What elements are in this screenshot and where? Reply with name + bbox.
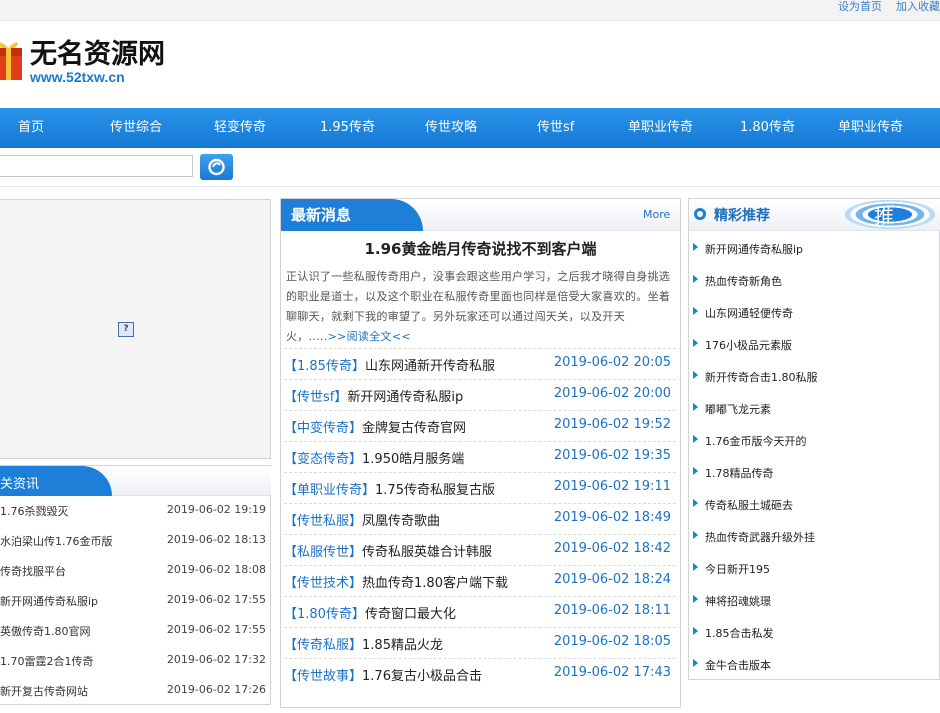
triangle-bullet-icon bbox=[693, 563, 698, 571]
nav-guide[interactable]: 传世攻略 bbox=[425, 108, 477, 148]
read-more-link[interactable]: >>阅读全文<< bbox=[328, 330, 411, 343]
triangle-bullet-icon bbox=[693, 339, 698, 347]
triangle-bullet-icon bbox=[693, 275, 698, 283]
news-row[interactable]: 【变态传奇】1.950皓月服务端 2019-06-02 19:35 bbox=[284, 441, 676, 473]
broken-image-icon: ? bbox=[118, 322, 134, 337]
triangle-bullet-icon bbox=[693, 659, 698, 667]
triangle-bullet-icon bbox=[693, 307, 698, 315]
news-row[interactable]: 【传世故事】1.76复古小极品合击 2019-06-02 17:43 bbox=[284, 658, 676, 690]
list-item[interactable]: 水泊梁山传1.76金币版 2019-06-02 18:13 bbox=[0, 533, 268, 563]
triangle-bullet-icon bbox=[693, 371, 698, 379]
news-row[interactable]: 【传世私服】凤凰传奇歌曲 2019-06-02 18:49 bbox=[284, 503, 676, 535]
list-item[interactable]: 传奇找服平台 2019-06-02 18:08 bbox=[0, 563, 268, 593]
related-news-title: 关资讯 bbox=[0, 477, 40, 492]
list-item[interactable]: 英傲传奇1.80官网 2019-06-02 17:55 bbox=[0, 623, 268, 653]
banner-area bbox=[0, 199, 271, 459]
triangle-bullet-icon bbox=[693, 499, 698, 507]
triangle-bullet-icon bbox=[693, 531, 698, 539]
list-item[interactable]: 新开复古传奇网站 2019-06-02 17:26 bbox=[0, 683, 268, 713]
nav-single-class-2[interactable]: 单职业传奇 bbox=[838, 108, 903, 148]
nav-sf[interactable]: 传世sf bbox=[537, 108, 574, 148]
search-icon bbox=[208, 158, 225, 176]
recommend-badge-text: 推 bbox=[874, 204, 894, 228]
main-nav: 首页 传世综合 轻变传奇 1.95传奇 传世攻略 传世sf 单职业传奇 1.80… bbox=[0, 108, 940, 148]
triangle-bullet-icon bbox=[693, 467, 698, 475]
news-row[interactable]: 【私服传世】传奇私服英雄合计韩服 2019-06-02 18:42 bbox=[284, 534, 676, 566]
triangle-bullet-icon bbox=[693, 627, 698, 635]
top-bar: 设为首页 加入收藏 bbox=[0, 0, 940, 21]
triangle-bullet-icon bbox=[693, 403, 698, 411]
nav-single-class[interactable]: 单职业传奇 bbox=[628, 108, 693, 148]
divider bbox=[0, 186, 940, 187]
nav-chuanshi-general[interactable]: 传世综合 bbox=[110, 108, 162, 148]
nav-180[interactable]: 1.80传奇 bbox=[740, 108, 795, 148]
triangle-bullet-icon bbox=[693, 435, 698, 443]
headline-link[interactable]: 1.96黄金皓月传奇说找不到客户端 bbox=[281, 238, 680, 259]
news-row[interactable]: 【1.80传奇】传奇窗口最大化 2019-06-02 18:11 bbox=[284, 596, 676, 628]
list-item[interactable]: 1.70雷霆2合1传奇 2019-06-02 17:32 bbox=[0, 653, 268, 683]
news-row[interactable]: 【单职业传奇】1.75传奇私服复古版 2019-06-02 19:11 bbox=[284, 472, 676, 504]
news-row[interactable]: 【1.85传奇】山东网通新开传奇私服 2019-06-02 20:05 bbox=[284, 348, 676, 380]
news-row[interactable]: 【传世sf】新开网通传奇私服ip 2019-06-02 20:00 bbox=[284, 379, 676, 411]
top-links: 设为首页 加入收藏 bbox=[824, 0, 940, 13]
triangle-bullet-icon bbox=[693, 595, 698, 603]
news-row[interactable]: 【传奇私服】1.85精品火龙 2019-06-02 18:05 bbox=[284, 627, 676, 659]
nav-195[interactable]: 1.95传奇 bbox=[320, 108, 375, 148]
bullet-circle-icon bbox=[694, 208, 706, 220]
list-item[interactable]: 1.76杀戮毁灭 2019-06-02 19:19 bbox=[0, 503, 268, 533]
site-logo-title[interactable]: 无名资源网 bbox=[30, 32, 165, 71]
nav-light-change[interactable]: 轻变传奇 bbox=[214, 108, 266, 148]
search-input[interactable] bbox=[0, 155, 193, 177]
nav-home[interactable]: 首页 bbox=[18, 108, 44, 148]
news-row[interactable]: 【传世技术】热血传奇1.80客户端下载 2019-06-02 18:24 bbox=[284, 565, 676, 597]
set-homepage-link[interactable]: 设为首页 bbox=[838, 0, 882, 13]
latest-news-title: 最新消息 bbox=[291, 206, 352, 224]
headline-summary: 正认识了一些私服传奇用户，没事会跟这些用户学习，之后我才晓得自身挑选的职业是道士… bbox=[286, 267, 676, 347]
news-row[interactable]: 【中变传奇】金牌复古传奇官网 2019-06-02 19:52 bbox=[284, 410, 676, 442]
more-link[interactable]: More bbox=[643, 208, 670, 221]
search-button[interactable] bbox=[200, 154, 233, 180]
featured-title: 精彩推荐 bbox=[714, 208, 770, 224]
gift-box-icon bbox=[0, 42, 22, 80]
add-favorite-link[interactable]: 加入收藏 bbox=[896, 0, 940, 13]
site-url-text: www.52txw.cn bbox=[30, 69, 125, 85]
list-item[interactable]: 新开网通传奇私服ip 2019-06-02 17:55 bbox=[0, 593, 268, 623]
triangle-bullet-icon bbox=[693, 243, 698, 251]
